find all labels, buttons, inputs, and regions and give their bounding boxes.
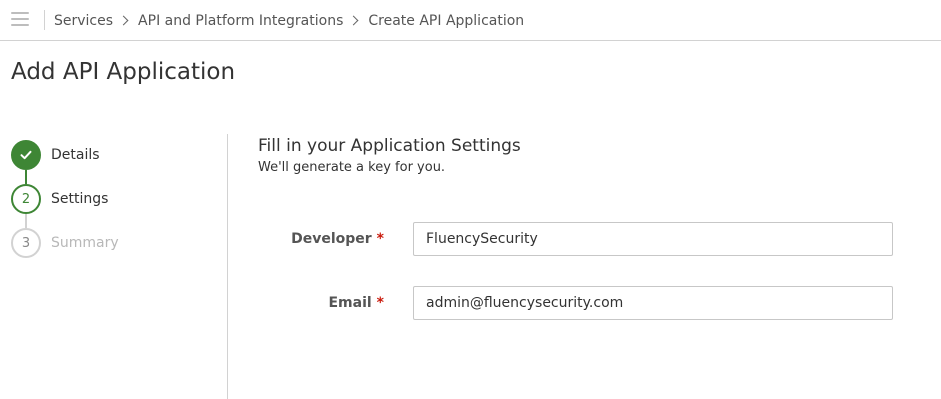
form-subheading: We'll generate a key for you.: [258, 160, 446, 175]
page-title: Add API Application: [11, 59, 236, 85]
breadcrumb-item-services[interactable]: Services: [54, 13, 113, 29]
developer-input[interactable]: [413, 222, 893, 256]
hamburger-menu-icon[interactable]: [11, 12, 29, 28]
step-label: Details: [51, 147, 100, 163]
step-connector: [25, 214, 27, 228]
required-asterisk: *: [376, 295, 384, 311]
top-bar: Services API and Platform Integrations C…: [0, 0, 941, 41]
chevron-right-icon: [348, 15, 359, 26]
breadcrumb: Services API and Platform Integrations C…: [54, 0, 524, 41]
step-done-circle: [11, 140, 41, 170]
wizard-step-settings[interactable]: 2 Settings: [11, 184, 211, 228]
breadcrumb-item-api-platform-integrations[interactable]: API and Platform Integrations: [138, 13, 343, 29]
developer-label-text: Developer: [291, 231, 372, 247]
panel-divider: [227, 134, 228, 399]
email-field-row: Email *: [258, 286, 893, 320]
developer-field-row: Developer *: [258, 222, 893, 256]
email-input[interactable]: [413, 286, 893, 320]
wizard-step-summary: 3 Summary: [11, 228, 211, 272]
required-asterisk: *: [376, 231, 384, 247]
step-number: 2: [11, 184, 41, 214]
step-label: Summary: [51, 235, 119, 251]
wizard-step-details[interactable]: Details: [11, 140, 211, 184]
step-number: 3: [11, 228, 41, 258]
check-icon: [20, 150, 32, 160]
topbar-divider: [44, 10, 45, 30]
step-label: Settings: [51, 191, 109, 207]
email-label-text: Email: [328, 295, 372, 311]
breadcrumb-item-current: Create API Application: [368, 12, 525, 29]
email-label: Email *: [328, 286, 384, 320]
chevron-right-icon: [118, 15, 129, 26]
wizard-steps: Details 2 Settings 3 Summary: [11, 140, 211, 272]
developer-label: Developer *: [291, 222, 384, 256]
form-heading: Fill in your Application Settings: [258, 136, 521, 156]
step-connector: [25, 170, 27, 184]
